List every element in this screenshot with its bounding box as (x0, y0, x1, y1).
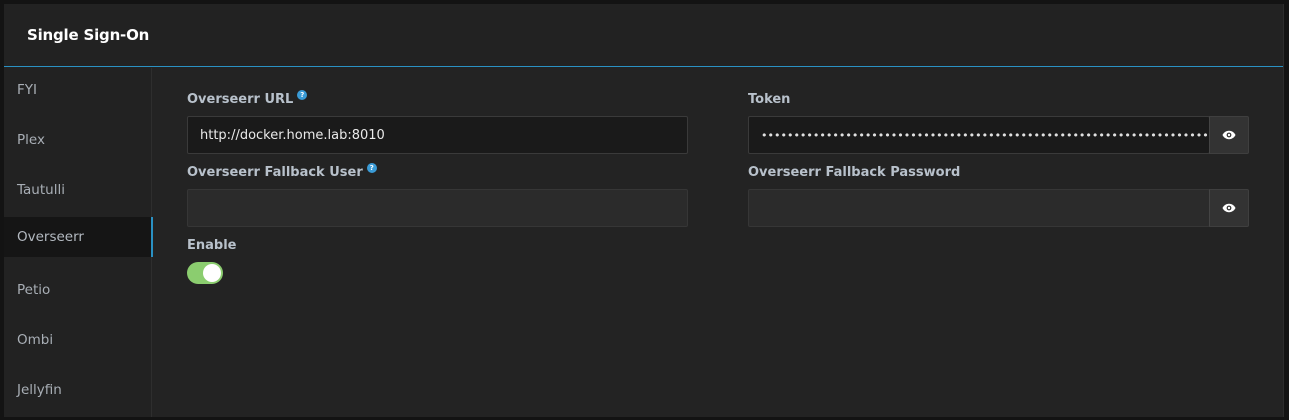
sidebar-item-label: Ombi (17, 332, 54, 348)
fallback-user-label-text: Overseerr Fallback User (187, 165, 363, 180)
eye-icon (1222, 203, 1236, 213)
token-label-text: Token (748, 92, 791, 107)
sidebar-item-label: Tautulli (17, 182, 65, 198)
fallback-user-input[interactable] (187, 189, 688, 227)
sidebar-item-label: FYI (17, 82, 37, 98)
sidebar-item-label: Overseerr (17, 229, 84, 245)
show-token-button[interactable] (1209, 116, 1249, 154)
fallback-password-label: Overseerr Fallback Password (748, 165, 960, 180)
sidebar-item-plex[interactable]: Plex (4, 120, 152, 160)
sidebar-item-jellyfin[interactable]: Jellyfin (4, 370, 152, 410)
sidebar-item-label: Plex (17, 132, 45, 148)
fallback-user-label: Overseerr Fallback User ? (187, 162, 377, 180)
help-icon[interactable]: ? (297, 89, 308, 100)
eye-icon (1222, 130, 1236, 140)
page-title: Single Sign-On (27, 26, 150, 44)
show-password-button[interactable] (1209, 189, 1249, 227)
sidebar: FYI Plex Tautulli Overseerr Petio Ombi J… (4, 68, 153, 417)
fallback-password-input[interactable] (748, 189, 1210, 227)
panel-body: FYI Plex Tautulli Overseerr Petio Ombi J… (4, 68, 1283, 417)
fallback-password-label-text: Overseerr Fallback Password (748, 165, 961, 180)
sidebar-item-fyi[interactable]: FYI (4, 70, 152, 110)
toggle-knob (203, 264, 221, 282)
help-icon[interactable]: ? (366, 162, 377, 173)
enable-toggle[interactable] (187, 262, 223, 284)
sidebar-item-label: Petio (17, 282, 51, 298)
panel-header: Single Sign-On (4, 4, 1283, 67)
token-input[interactable]: ••••••••••••••••••••••••••••••••••••••••… (748, 116, 1210, 154)
sidebar-item-label: Jellyfin (17, 382, 62, 398)
enable-label-text: Enable (187, 238, 237, 253)
overseerr-url-label: Overseerr URL ? (187, 89, 308, 107)
sidebar-item-ombi[interactable]: Ombi (4, 320, 152, 360)
token-label: Token (748, 92, 790, 107)
overseerr-url-label-text: Overseerr URL (187, 92, 294, 107)
sidebar-item-overseerr[interactable]: Overseerr (4, 217, 153, 257)
sidebar-item-petio[interactable]: Petio (4, 270, 152, 310)
overseerr-url-input[interactable]: http://docker.home.lab:8010 (187, 116, 688, 154)
sso-settings-panel: Single Sign-On FYI Plex Tautulli Oversee… (4, 4, 1284, 417)
enable-label: Enable (187, 238, 237, 253)
sidebar-item-tautulli[interactable]: Tautulli (4, 170, 152, 210)
